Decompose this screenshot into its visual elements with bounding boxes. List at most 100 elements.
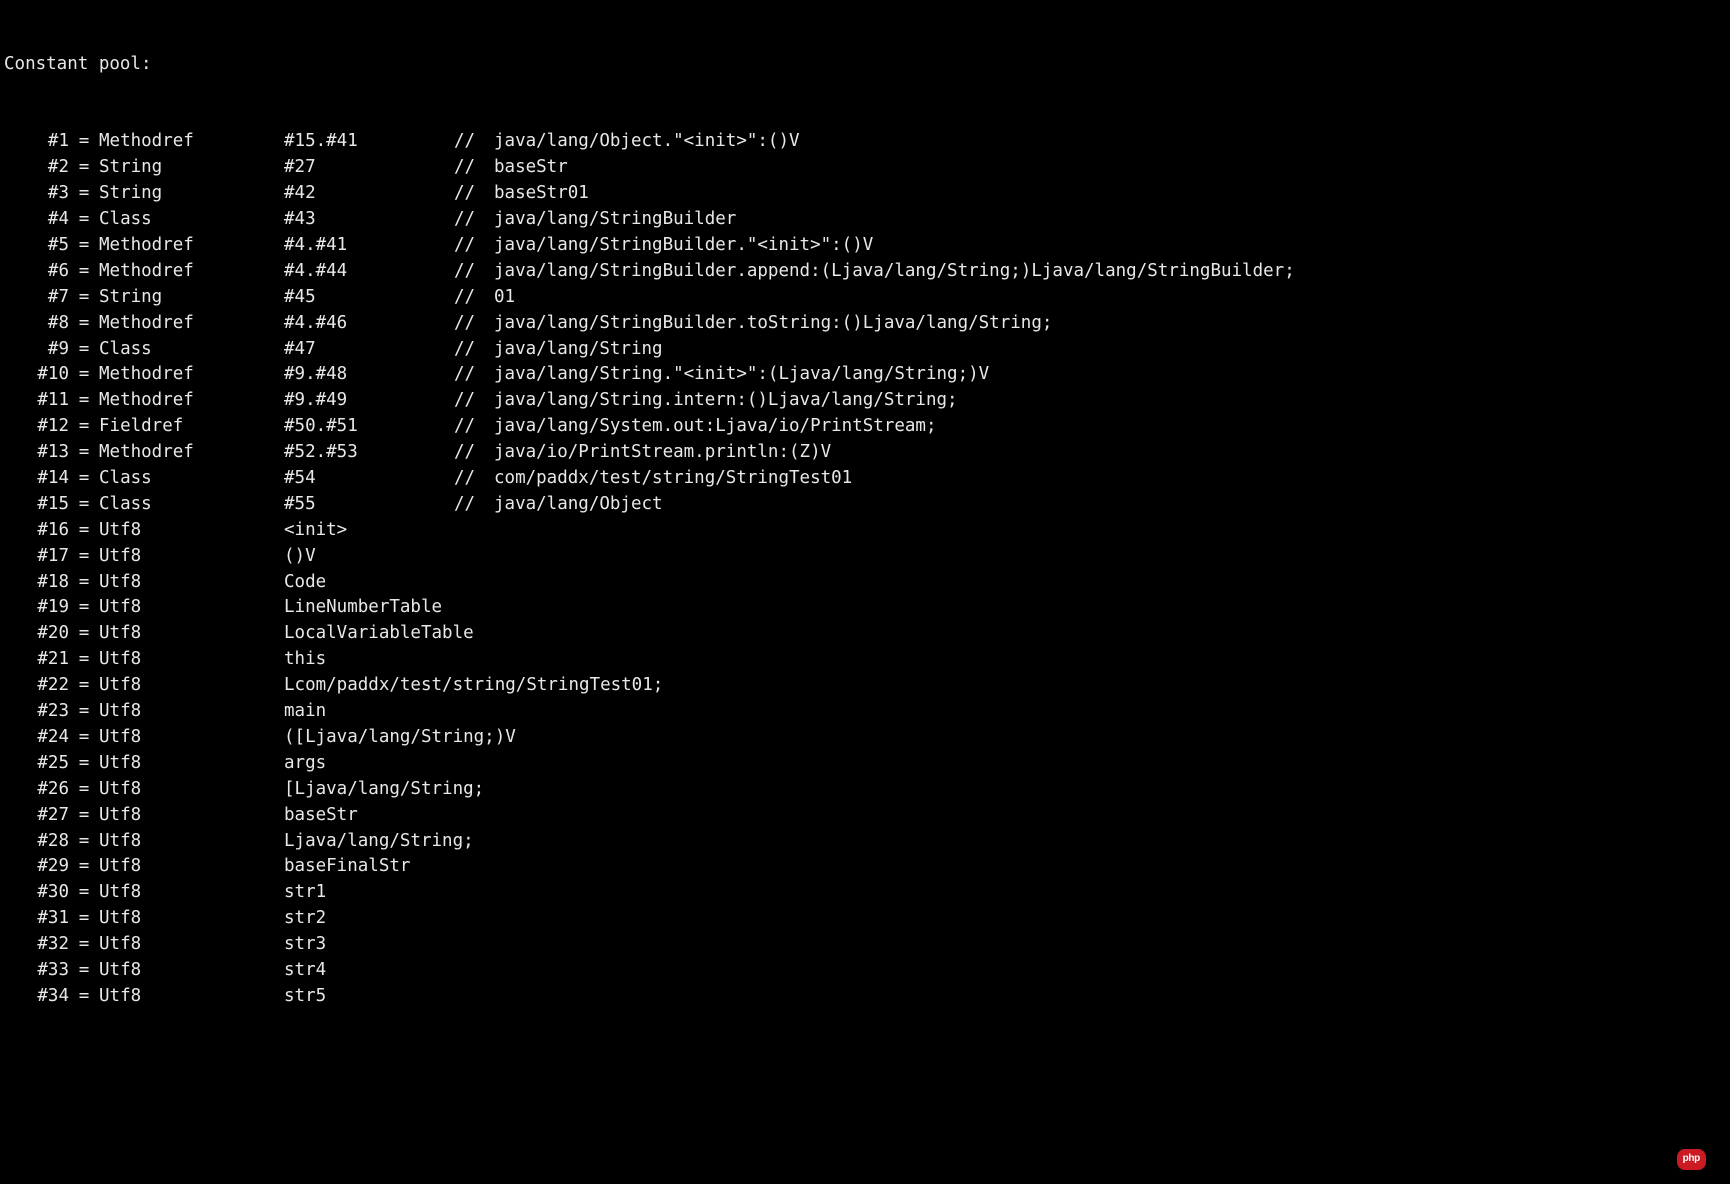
entry-index: #10 (4, 362, 69, 388)
entry-type: Utf8 (99, 518, 284, 544)
constant-pool-entry: #21=Utf8this (4, 647, 1726, 673)
entry-comment: java/lang/StringBuilder."<init>":()V (494, 233, 873, 259)
equals-sign: = (69, 932, 99, 958)
entry-type: Utf8 (99, 932, 284, 958)
entry-reference: #52.#53 (284, 440, 454, 466)
comment-separator: // (454, 337, 494, 363)
comment-separator: // (454, 492, 494, 518)
entry-reference: #15.#41 (284, 129, 454, 155)
entry-type: Methodref (99, 129, 284, 155)
constant-pool-entry: #2=String#27//baseStr (4, 155, 1726, 181)
equals-sign: = (69, 751, 99, 777)
entry-reference: str5 (284, 984, 326, 1010)
constant-pool-entry: #17=Utf8()V (4, 544, 1726, 570)
entry-index: #17 (4, 544, 69, 570)
entry-reference: #55 (284, 492, 454, 518)
constant-pool-entry: #18=Utf8Code (4, 570, 1726, 596)
comment-separator: // (454, 233, 494, 259)
equals-sign: = (69, 233, 99, 259)
entry-index: #14 (4, 466, 69, 492)
constant-pool-entry: #34=Utf8str5 (4, 984, 1726, 1010)
entry-index: #12 (4, 414, 69, 440)
constant-pool-entry: #20=Utf8LocalVariableTable (4, 621, 1726, 647)
comment-separator: // (454, 181, 494, 207)
entry-index: #25 (4, 751, 69, 777)
entry-comment: java/lang/String (494, 337, 663, 363)
entry-reference: <init> (284, 518, 347, 544)
equals-sign: = (69, 777, 99, 803)
entry-index: #8 (4, 311, 69, 337)
entry-comment: java/lang/String."<init>":(Ljava/lang/St… (494, 362, 989, 388)
entry-type: String (99, 181, 284, 207)
entry-reference: str4 (284, 958, 326, 984)
equals-sign: = (69, 621, 99, 647)
entry-reference: #4.#46 (284, 311, 454, 337)
equals-sign: = (69, 466, 99, 492)
comment-separator: // (454, 311, 494, 337)
entry-type: Utf8 (99, 958, 284, 984)
entry-reference: #43 (284, 207, 454, 233)
constant-pool-entries: #1=Methodref#15.#41//java/lang/Object."<… (4, 129, 1726, 1009)
entry-comment: java/lang/StringBuilder.toString:()Ljava… (494, 311, 1052, 337)
entry-type: Methodref (99, 388, 284, 414)
entry-type: Utf8 (99, 595, 284, 621)
comment-separator: // (454, 388, 494, 414)
comment-separator: // (454, 362, 494, 388)
equals-sign: = (69, 673, 99, 699)
entry-type: Utf8 (99, 803, 284, 829)
entry-reference: #50.#51 (284, 414, 454, 440)
entry-reference: Lcom/paddx/test/string/StringTest01; (284, 673, 663, 699)
entry-type: Utf8 (99, 673, 284, 699)
comment-separator: // (454, 466, 494, 492)
constant-pool-entry: #33=Utf8str4 (4, 958, 1726, 984)
entry-reference: #42 (284, 181, 454, 207)
entry-index: #20 (4, 621, 69, 647)
equals-sign: = (69, 129, 99, 155)
equals-sign: = (69, 414, 99, 440)
constant-pool-entry: #13=Methodref#52.#53//java/io/PrintStrea… (4, 440, 1726, 466)
equals-sign: = (69, 570, 99, 596)
equals-sign: = (69, 285, 99, 311)
entry-index: #31 (4, 906, 69, 932)
entry-type: Utf8 (99, 829, 284, 855)
comment-separator: // (454, 285, 494, 311)
entry-comment: java/lang/StringBuilder.append:(Ljava/la… (494, 259, 1295, 285)
comment-separator: // (454, 414, 494, 440)
constant-pool-entry: #6=Methodref#4.#44//java/lang/StringBuil… (4, 259, 1726, 285)
entry-index: #27 (4, 803, 69, 829)
entry-comment: java/lang/Object (494, 492, 663, 518)
equals-sign: = (69, 906, 99, 932)
entry-index: #34 (4, 984, 69, 1010)
entry-index: #26 (4, 777, 69, 803)
entry-type: Utf8 (99, 777, 284, 803)
entry-type: Methodref (99, 362, 284, 388)
equals-sign: = (69, 518, 99, 544)
entry-index: #5 (4, 233, 69, 259)
entry-type: Utf8 (99, 544, 284, 570)
entry-reference: #4.#44 (284, 259, 454, 285)
equals-sign: = (69, 725, 99, 751)
entry-index: #7 (4, 285, 69, 311)
constant-pool-entry: #14=Class#54//com/paddx/test/string/Stri… (4, 466, 1726, 492)
equals-sign: = (69, 595, 99, 621)
entry-comment: 01 (494, 285, 515, 311)
comment-separator: // (454, 440, 494, 466)
constant-pool-entry: #11=Methodref#9.#49//java/lang/String.in… (4, 388, 1726, 414)
entry-comment: java/lang/String.intern:()Ljava/lang/Str… (494, 388, 958, 414)
entry-comment: baseStr01 (494, 181, 589, 207)
entry-type: Utf8 (99, 570, 284, 596)
entry-reference: main (284, 699, 326, 725)
comment-separator: // (454, 129, 494, 155)
entry-reference: baseFinalStr (284, 854, 410, 880)
constant-pool-entry: #22=Utf8Lcom/paddx/test/string/StringTes… (4, 673, 1726, 699)
equals-sign: = (69, 259, 99, 285)
entry-index: #23 (4, 699, 69, 725)
constant-pool-entry: #4=Class#43//java/lang/StringBuilder (4, 207, 1726, 233)
entry-reference: baseStr (284, 803, 358, 829)
equals-sign: = (69, 829, 99, 855)
constant-pool-entry: #15=Class#55//java/lang/Object (4, 492, 1726, 518)
constant-pool-entry: #1=Methodref#15.#41//java/lang/Object."<… (4, 129, 1726, 155)
entry-reference: [Ljava/lang/String; (284, 777, 484, 803)
equals-sign: = (69, 803, 99, 829)
entry-type: String (99, 285, 284, 311)
